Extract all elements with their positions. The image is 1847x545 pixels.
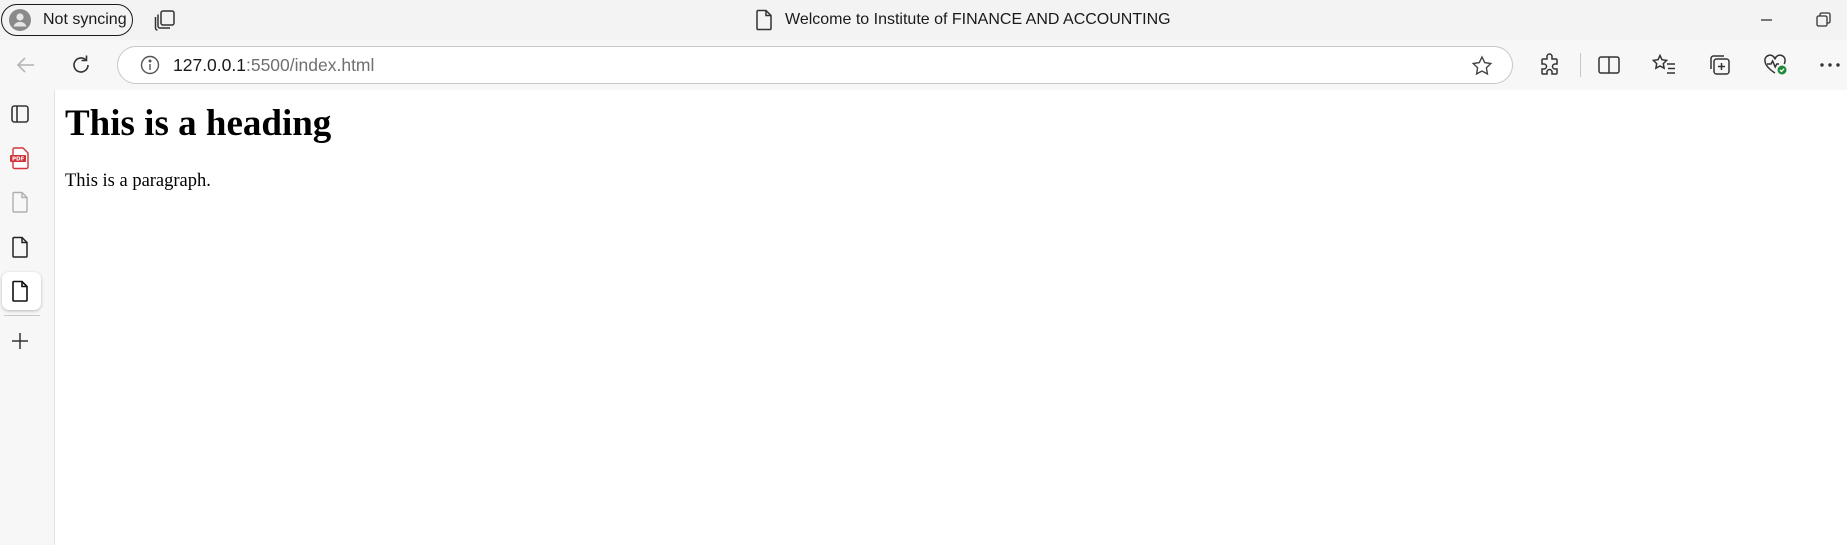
restore-icon[interactable] xyxy=(1811,8,1835,32)
collections-icon[interactable] xyxy=(1706,52,1734,78)
info-icon[interactable] xyxy=(139,54,161,76)
page-tab-icon[interactable] xyxy=(8,278,32,304)
title-bar: Not syncing Welcome to Institute of FINA… xyxy=(0,0,1847,40)
new-tab-plus-icon[interactable] xyxy=(8,328,32,354)
url-path: :5500/index.html xyxy=(245,54,375,75)
page-paragraph: This is a paragraph. xyxy=(65,171,211,191)
sidebar-divider xyxy=(4,315,40,316)
toolbar-divider xyxy=(1580,53,1581,77)
svg-text:PDF: PDF xyxy=(12,157,25,163)
page-tab-icon[interactable] xyxy=(8,234,32,260)
pdf-tab-icon[interactable]: PDF xyxy=(8,145,32,171)
browser-essentials-icon[interactable] xyxy=(1761,52,1789,78)
page-icon xyxy=(755,9,773,31)
address-bar[interactable]: 127.0.0.1:5500/index.html xyxy=(117,46,1513,84)
window-title: Welcome to Institute of FINANCE AND ACCO… xyxy=(755,0,1171,40)
tab-actions-menu-icon[interactable] xyxy=(8,101,32,127)
back-icon[interactable] xyxy=(12,52,40,78)
more-options-icon[interactable] xyxy=(1816,52,1844,78)
minimize-icon[interactable] xyxy=(1754,8,1778,32)
person-icon xyxy=(9,9,31,31)
favorites-icon[interactable] xyxy=(1650,52,1678,78)
profile-button[interactable]: Not syncing xyxy=(1,4,133,36)
window-title-text: Welcome to Institute of FINANCE AND ACCO… xyxy=(785,11,1171,28)
url-host: 127.0.0.1 xyxy=(173,54,246,75)
split-screen-icon[interactable] xyxy=(1595,52,1623,78)
favorite-star-icon[interactable] xyxy=(1470,54,1494,78)
extensions-icon[interactable] xyxy=(1536,52,1564,78)
page-content: This is a heading This is a paragraph. xyxy=(56,90,1847,545)
profile-label: Not syncing xyxy=(43,11,127,28)
refresh-icon[interactable] xyxy=(67,52,95,78)
vertical-tabs-sidebar: PDF xyxy=(0,90,55,545)
page-heading: This is a heading xyxy=(65,103,332,144)
tab-actions-icon[interactable] xyxy=(153,9,177,31)
page-tab-icon[interactable] xyxy=(8,189,32,215)
toolbar: 127.0.0.1:5500/index.html xyxy=(0,40,1847,90)
